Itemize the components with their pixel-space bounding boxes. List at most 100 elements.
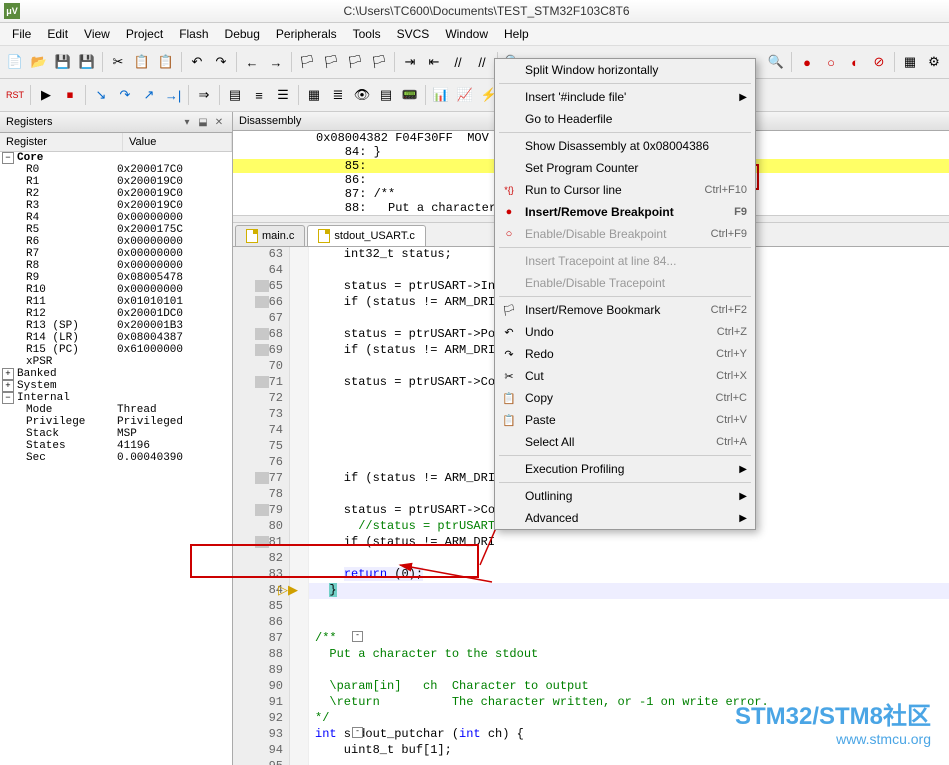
bp-insert-btn[interactable]: ● <box>796 51 818 73</box>
ctx-insert-remove-breakpoint[interactable]: ●Insert/Remove BreakpointF9 <box>495 201 755 223</box>
nav-back-btn[interactable]: ← <box>241 51 263 73</box>
paste-btn[interactable]: 📋 <box>155 51 177 73</box>
ctx-show-disassembly-at-x-[interactable]: Show Disassembly at 0x08004386 <box>495 135 755 157</box>
indent-btn[interactable]: ⇥ <box>399 51 421 73</box>
tab-main-c[interactable]: main.c <box>235 225 305 246</box>
analysis-btn[interactable]: 📊 <box>430 84 452 106</box>
bookmark-clear-btn[interactable]: 🏳 <box>368 51 390 73</box>
menu-edit[interactable]: Edit <box>39 25 76 43</box>
ctx-enable-disable-breakpoint[interactable]: ○Enable/Disable BreakpointCtrl+F9 <box>495 223 755 245</box>
run-btn[interactable]: ▶ <box>35 84 57 106</box>
separator <box>102 52 103 72</box>
save-all-btn[interactable]: 💾 <box>76 51 98 73</box>
separator <box>85 85 86 105</box>
disassembly-title: Disassembly <box>239 115 301 127</box>
ctx-redo[interactable]: ↷RedoCtrl+Y <box>495 343 755 365</box>
ctx-execution-profiling[interactable]: Execution Profiling▶ <box>495 458 755 480</box>
menu-peripherals[interactable]: Peripherals <box>268 25 345 43</box>
ctx-copy[interactable]: 📋CopyCtrl+C <box>495 387 755 409</box>
step-out-btn[interactable]: ↗ <box>138 84 160 106</box>
bookmark-prev-btn[interactable]: 🏳 <box>320 51 342 73</box>
menu-window[interactable]: Window <box>437 25 496 43</box>
menu-debug[interactable]: Debug <box>217 25 268 43</box>
memory-btn[interactable]: ▤ <box>375 84 397 106</box>
panel-close-icon[interactable]: ✕ <box>212 115 226 129</box>
outdent-btn[interactable]: ⇤ <box>423 51 445 73</box>
ctx-insert-tracepoint-at-line-[interactable]: Insert Tracepoint at line 84... <box>495 250 755 272</box>
cut-btn[interactable]: ✂ <box>107 51 129 73</box>
toolbar-main: 📄 📂 💾 💾 ✂ 📋 📋 ↶ ↷ ← → 🏳 🏳 🏳 🏳 ⇥ ⇤ // // … <box>0 46 949 79</box>
ctx-paste[interactable]: 📋PasteCtrl+V <box>495 409 755 431</box>
ctx-run-to-cursor-line[interactable]: *{}Run to Cursor lineCtrl+F10 <box>495 179 755 201</box>
separator <box>188 85 189 105</box>
panel-dropdown-icon[interactable]: ▾ <box>180 115 194 129</box>
ctx-undo[interactable]: ↶UndoCtrl+Z <box>495 321 755 343</box>
save-btn[interactable]: 💾 <box>52 51 74 73</box>
registers-body[interactable]: −CoreR00x200017C0R10x200019C0R20x200019C… <box>0 152 232 765</box>
run-to-cursor-btn[interactable]: →| <box>162 84 184 106</box>
open-btn[interactable]: 📂 <box>28 51 50 73</box>
ctx-outlining[interactable]: Outlining▶ <box>495 485 755 507</box>
nav-fwd-btn[interactable]: → <box>265 51 287 73</box>
trace-btn[interactable]: 📈 <box>454 84 476 106</box>
separator <box>298 85 299 105</box>
bookmark-btn[interactable]: 🏳 <box>296 51 318 73</box>
config-btn[interactable]: ⚙ <box>923 51 945 73</box>
redo-btn[interactable]: ↷ <box>210 51 232 73</box>
show-next-btn[interactable]: ⇒ <box>193 84 215 106</box>
menu-help[interactable]: Help <box>496 25 537 43</box>
file-icon <box>318 229 330 243</box>
menu-svcs[interactable]: SVCS <box>389 25 438 43</box>
registers-header: Registers ▾ ⬓ ✕ <box>0 112 232 133</box>
debug-btn[interactable]: 🔍 <box>765 51 787 73</box>
bookmark-next-btn[interactable]: 🏳 <box>344 51 366 73</box>
bp-kill-btn[interactable]: ◐ <box>844 51 866 73</box>
symbol-window-btn[interactable]: ☰ <box>272 84 294 106</box>
stop-btn[interactable]: ⏹ <box>59 84 81 106</box>
regs-window-btn[interactable]: ▦ <box>303 84 325 106</box>
window-btn[interactable]: ▦ <box>899 51 921 73</box>
bp-kill-all-btn[interactable]: ⊘ <box>868 51 890 73</box>
ctx-cut[interactable]: ✂CutCtrl+X <box>495 365 755 387</box>
separator <box>30 85 31 105</box>
menu-tools[interactable]: Tools <box>345 25 389 43</box>
callstack-btn[interactable]: ≣ <box>327 84 349 106</box>
registers-columns: Register Value <box>0 133 232 152</box>
menu-view[interactable]: View <box>76 25 118 43</box>
comment-btn[interactable]: // <box>447 51 469 73</box>
serial-btn[interactable]: 📟 <box>399 84 421 106</box>
col-register[interactable]: Register <box>0 133 123 151</box>
copy-btn[interactable]: 📋 <box>131 51 153 73</box>
menu-flash[interactable]: Flash <box>171 25 216 43</box>
col-value[interactable]: Value <box>123 133 232 151</box>
disasm-window-btn[interactable]: ≡ <box>248 84 270 106</box>
ctx-go-to-headerfile[interactable]: Go to Headerfile <box>495 108 755 130</box>
tab-main-label: main.c <box>262 230 294 242</box>
reset-btn[interactable]: RST <box>4 84 26 106</box>
tab-usart-label: stdout_USART.c <box>334 230 415 242</box>
step-into-btn[interactable]: ↘ <box>90 84 112 106</box>
cmd-window-btn[interactable]: ▤ <box>224 84 246 106</box>
menu-file[interactable]: File <box>4 25 39 43</box>
ctx-set-program-counter[interactable]: Set Program Counter <box>495 157 755 179</box>
toolbar-debug: RST ▶ ⏹ ↘ ↷ ↗ →| ⇒ ▤ ≡ ☰ ▦ ≣ 👁 ▤ 📟 📊 📈 ⚡… <box>0 79 949 112</box>
step-over-btn[interactable]: ↷ <box>114 84 136 106</box>
separator <box>394 52 395 72</box>
ctx-split-window-horizontally[interactable]: Split Window horizontally <box>495 59 755 81</box>
separator <box>181 52 182 72</box>
bp-disable-btn[interactable]: ○ <box>820 51 842 73</box>
ctx-enable-disable-tracepoint[interactable]: Enable/Disable Tracepoint <box>495 272 755 294</box>
menu-bar: File Edit View Project Flash Debug Perip… <box>0 23 949 46</box>
ctx-insert-include-file-[interactable]: Insert '#include file'▶ <box>495 86 755 108</box>
panel-pin-icon[interactable]: ⬓ <box>196 115 210 129</box>
new-file-btn[interactable]: 📄 <box>4 51 26 73</box>
ctx-advanced[interactable]: Advanced▶ <box>495 507 755 529</box>
watch-btn[interactable]: 👁 <box>351 84 373 106</box>
separator <box>894 52 895 72</box>
undo-btn[interactable]: ↶ <box>186 51 208 73</box>
tab-stdout-usart-c[interactable]: stdout_USART.c <box>307 225 426 246</box>
ctx-insert-remove-bookmark[interactable]: 🏳Insert/Remove BookmarkCtrl+F2 <box>495 299 755 321</box>
uncomment-btn[interactable]: // <box>471 51 493 73</box>
menu-project[interactable]: Project <box>118 25 171 43</box>
ctx-select-all[interactable]: Select AllCtrl+A <box>495 431 755 453</box>
